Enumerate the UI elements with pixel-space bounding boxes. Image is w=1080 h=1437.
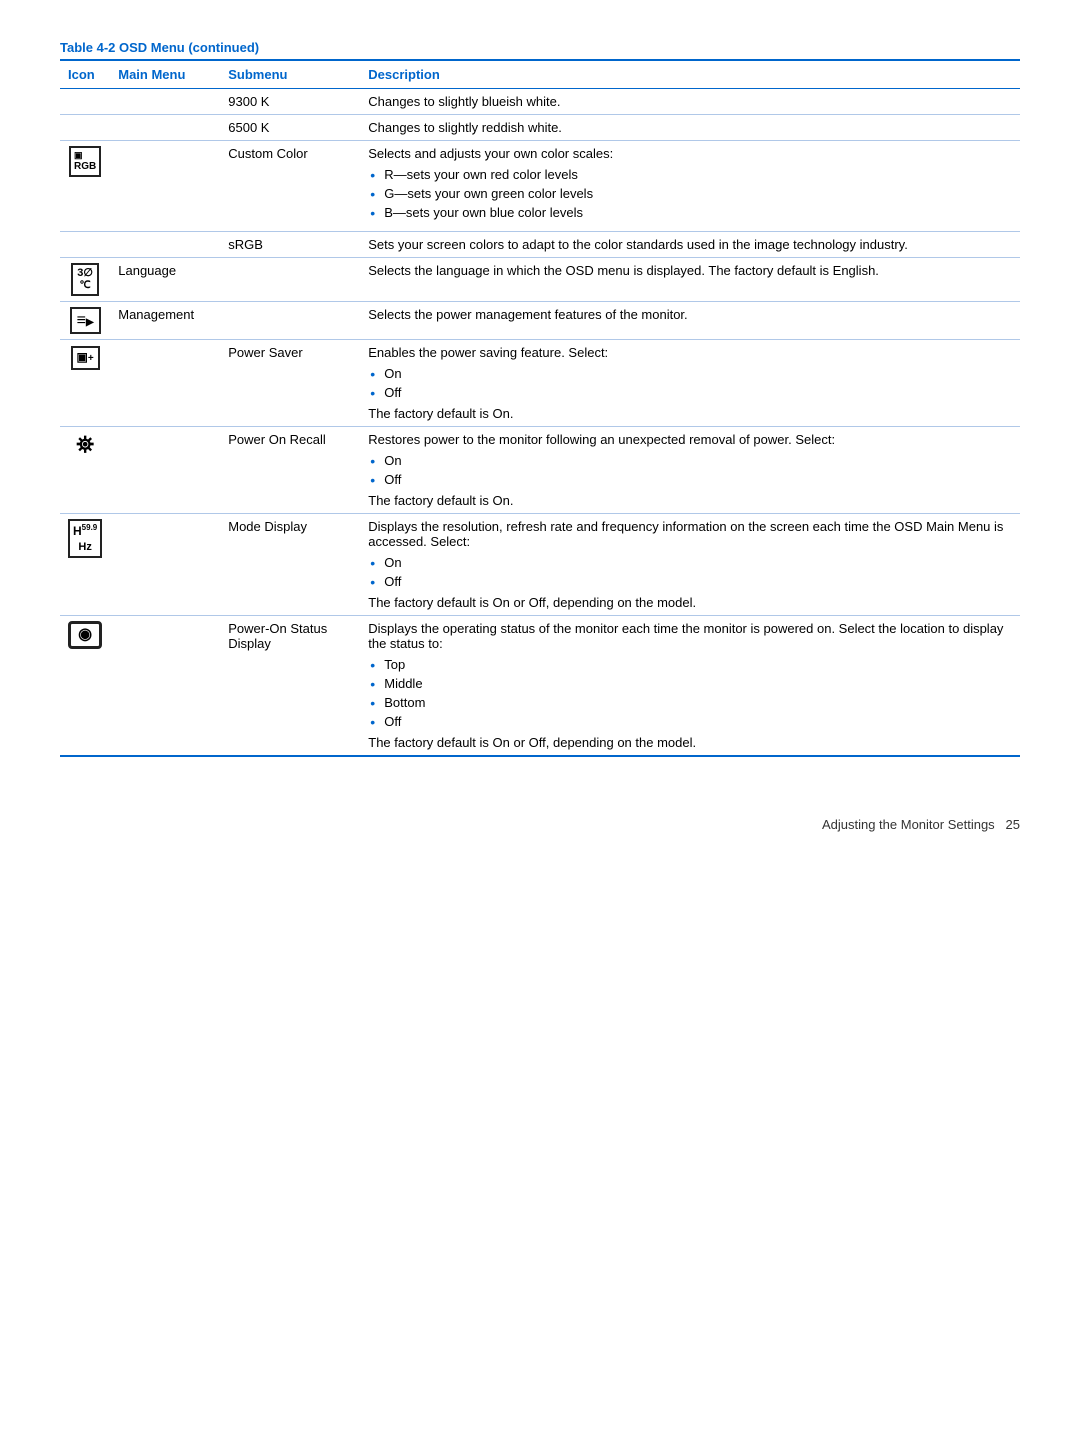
table-row: 9300 K Changes to slightly blueish white… xyxy=(60,89,1020,115)
col-header-submenu: Submenu xyxy=(220,60,360,89)
submenu-cell: 6500 K xyxy=(220,115,360,141)
icon-cell: H59.9 Hz xyxy=(60,514,110,616)
list-item: B—sets your own blue color levels xyxy=(368,203,1012,222)
list-item: Off xyxy=(368,383,1012,402)
desc-cell: Displays the operating status of the mon… xyxy=(360,616,1020,757)
table-row: ◉ Power-On Status Display Displays the o… xyxy=(60,616,1020,757)
list-item: Off xyxy=(368,572,1012,591)
icon-cell xyxy=(60,89,110,115)
icon-cell xyxy=(60,115,110,141)
desc-cell: Restores power to the monitor following … xyxy=(360,427,1020,514)
main-menu-cell xyxy=(110,616,220,757)
col-header-main-menu: Main Menu xyxy=(110,60,220,89)
list-item: Middle xyxy=(368,674,1012,693)
table-row: ≡▶ Management Selects the power manageme… xyxy=(60,302,1020,340)
power-on-recall-icon: ⛯ xyxy=(76,432,94,458)
bullet-list: R—sets your own red color levels G—sets … xyxy=(368,165,1012,222)
main-menu-cell xyxy=(110,115,220,141)
submenu-cell: Power Saver xyxy=(220,340,360,427)
main-menu-cell xyxy=(110,514,220,616)
list-item: Bottom xyxy=(368,693,1012,712)
table-row: ▣ RGB Custom Color Selects and adjusts y… xyxy=(60,141,1020,232)
desc-cell: Displays the resolution, refresh rate an… xyxy=(360,514,1020,616)
bullet-list: On Off xyxy=(368,553,1012,591)
icon-cell: ◉ xyxy=(60,616,110,757)
desc-cell: Changes to slightly reddish white. xyxy=(360,115,1020,141)
bullet-list: On Off xyxy=(368,451,1012,489)
footer-text: Adjusting the Monitor Settings xyxy=(822,817,995,832)
list-item: On xyxy=(368,553,1012,572)
table-row: ▣+ Power Saver Enables the power saving … xyxy=(60,340,1020,427)
main-menu-cell xyxy=(110,232,220,258)
power-on-status-icon: ◉ xyxy=(68,621,102,649)
language-icon: 3∅ ℃ xyxy=(71,263,99,296)
main-menu-cell xyxy=(110,427,220,514)
icon-cell: ▣ RGB xyxy=(60,141,110,232)
list-item: Off xyxy=(368,470,1012,489)
main-menu-cell: Management xyxy=(110,302,220,340)
footer-page: 25 xyxy=(1006,817,1020,832)
submenu-cell: Power On Recall xyxy=(220,427,360,514)
submenu-cell: sRGB xyxy=(220,232,360,258)
power-saver-icon: ▣+ xyxy=(71,346,100,370)
desc-cell: Selects the language in which the OSD me… xyxy=(360,258,1020,302)
col-header-icon: Icon xyxy=(60,60,110,89)
desc-cell: Changes to slightly blueish white. xyxy=(360,89,1020,115)
main-menu-cell xyxy=(110,89,220,115)
table-row: sRGB Sets your screen colors to adapt to… xyxy=(60,232,1020,258)
table-row: H59.9 Hz Mode Display Displays the resol… xyxy=(60,514,1020,616)
icon-cell: 3∅ ℃ xyxy=(60,258,110,302)
table-row: 6500 K Changes to slightly reddish white… xyxy=(60,115,1020,141)
list-item: On xyxy=(368,364,1012,383)
main-menu-cell: Language xyxy=(110,258,220,302)
submenu-cell xyxy=(220,258,360,302)
icon-cell xyxy=(60,232,110,258)
desc-cell: Selects the power management features of… xyxy=(360,302,1020,340)
page-footer: Adjusting the Monitor Settings 25 xyxy=(60,817,1020,832)
submenu-cell: 9300 K xyxy=(220,89,360,115)
desc-cell: Sets your screen colors to adapt to the … xyxy=(360,232,1020,258)
submenu-cell xyxy=(220,302,360,340)
table-row: ⛯ Power On Recall Restores power to the … xyxy=(60,427,1020,514)
col-header-description: Description xyxy=(360,60,1020,89)
desc-cell: Selects and adjusts your own color scale… xyxy=(360,141,1020,232)
list-item: G—sets your own green color levels xyxy=(368,184,1012,203)
main-menu-cell xyxy=(110,340,220,427)
table-row: 3∅ ℃ Language Selects the language in wh… xyxy=(60,258,1020,302)
management-icon: ≡▶ xyxy=(70,307,101,334)
icon-cell: ≡▶ xyxy=(60,302,110,340)
list-item: R—sets your own red color levels xyxy=(368,165,1012,184)
desc-cell: Enables the power saving feature. Select… xyxy=(360,340,1020,427)
mode-display-icon: H59.9 Hz xyxy=(68,519,102,558)
table-title-suffix: OSD Menu (continued) xyxy=(115,40,259,55)
list-item: On xyxy=(368,451,1012,470)
submenu-cell: Power-On Status Display xyxy=(220,616,360,757)
rgb-icon: ▣ RGB xyxy=(69,146,101,177)
icon-cell: ▣+ xyxy=(60,340,110,427)
list-item: Top xyxy=(368,655,1012,674)
bullet-list: Top Middle Bottom Off xyxy=(368,655,1012,731)
table-number: Table 4-2 xyxy=(60,40,115,55)
bullet-list: On Off xyxy=(368,364,1012,402)
icon-cell: ⛯ xyxy=(60,427,110,514)
main-menu-cell xyxy=(110,141,220,232)
submenu-cell: Mode Display xyxy=(220,514,360,616)
submenu-cell: Custom Color xyxy=(220,141,360,232)
list-item: Off xyxy=(368,712,1012,731)
osd-menu-table: Icon Main Menu Submenu Description 9300 … xyxy=(60,59,1020,757)
table-title: Table 4-2 OSD Menu (continued) xyxy=(60,40,1020,55)
